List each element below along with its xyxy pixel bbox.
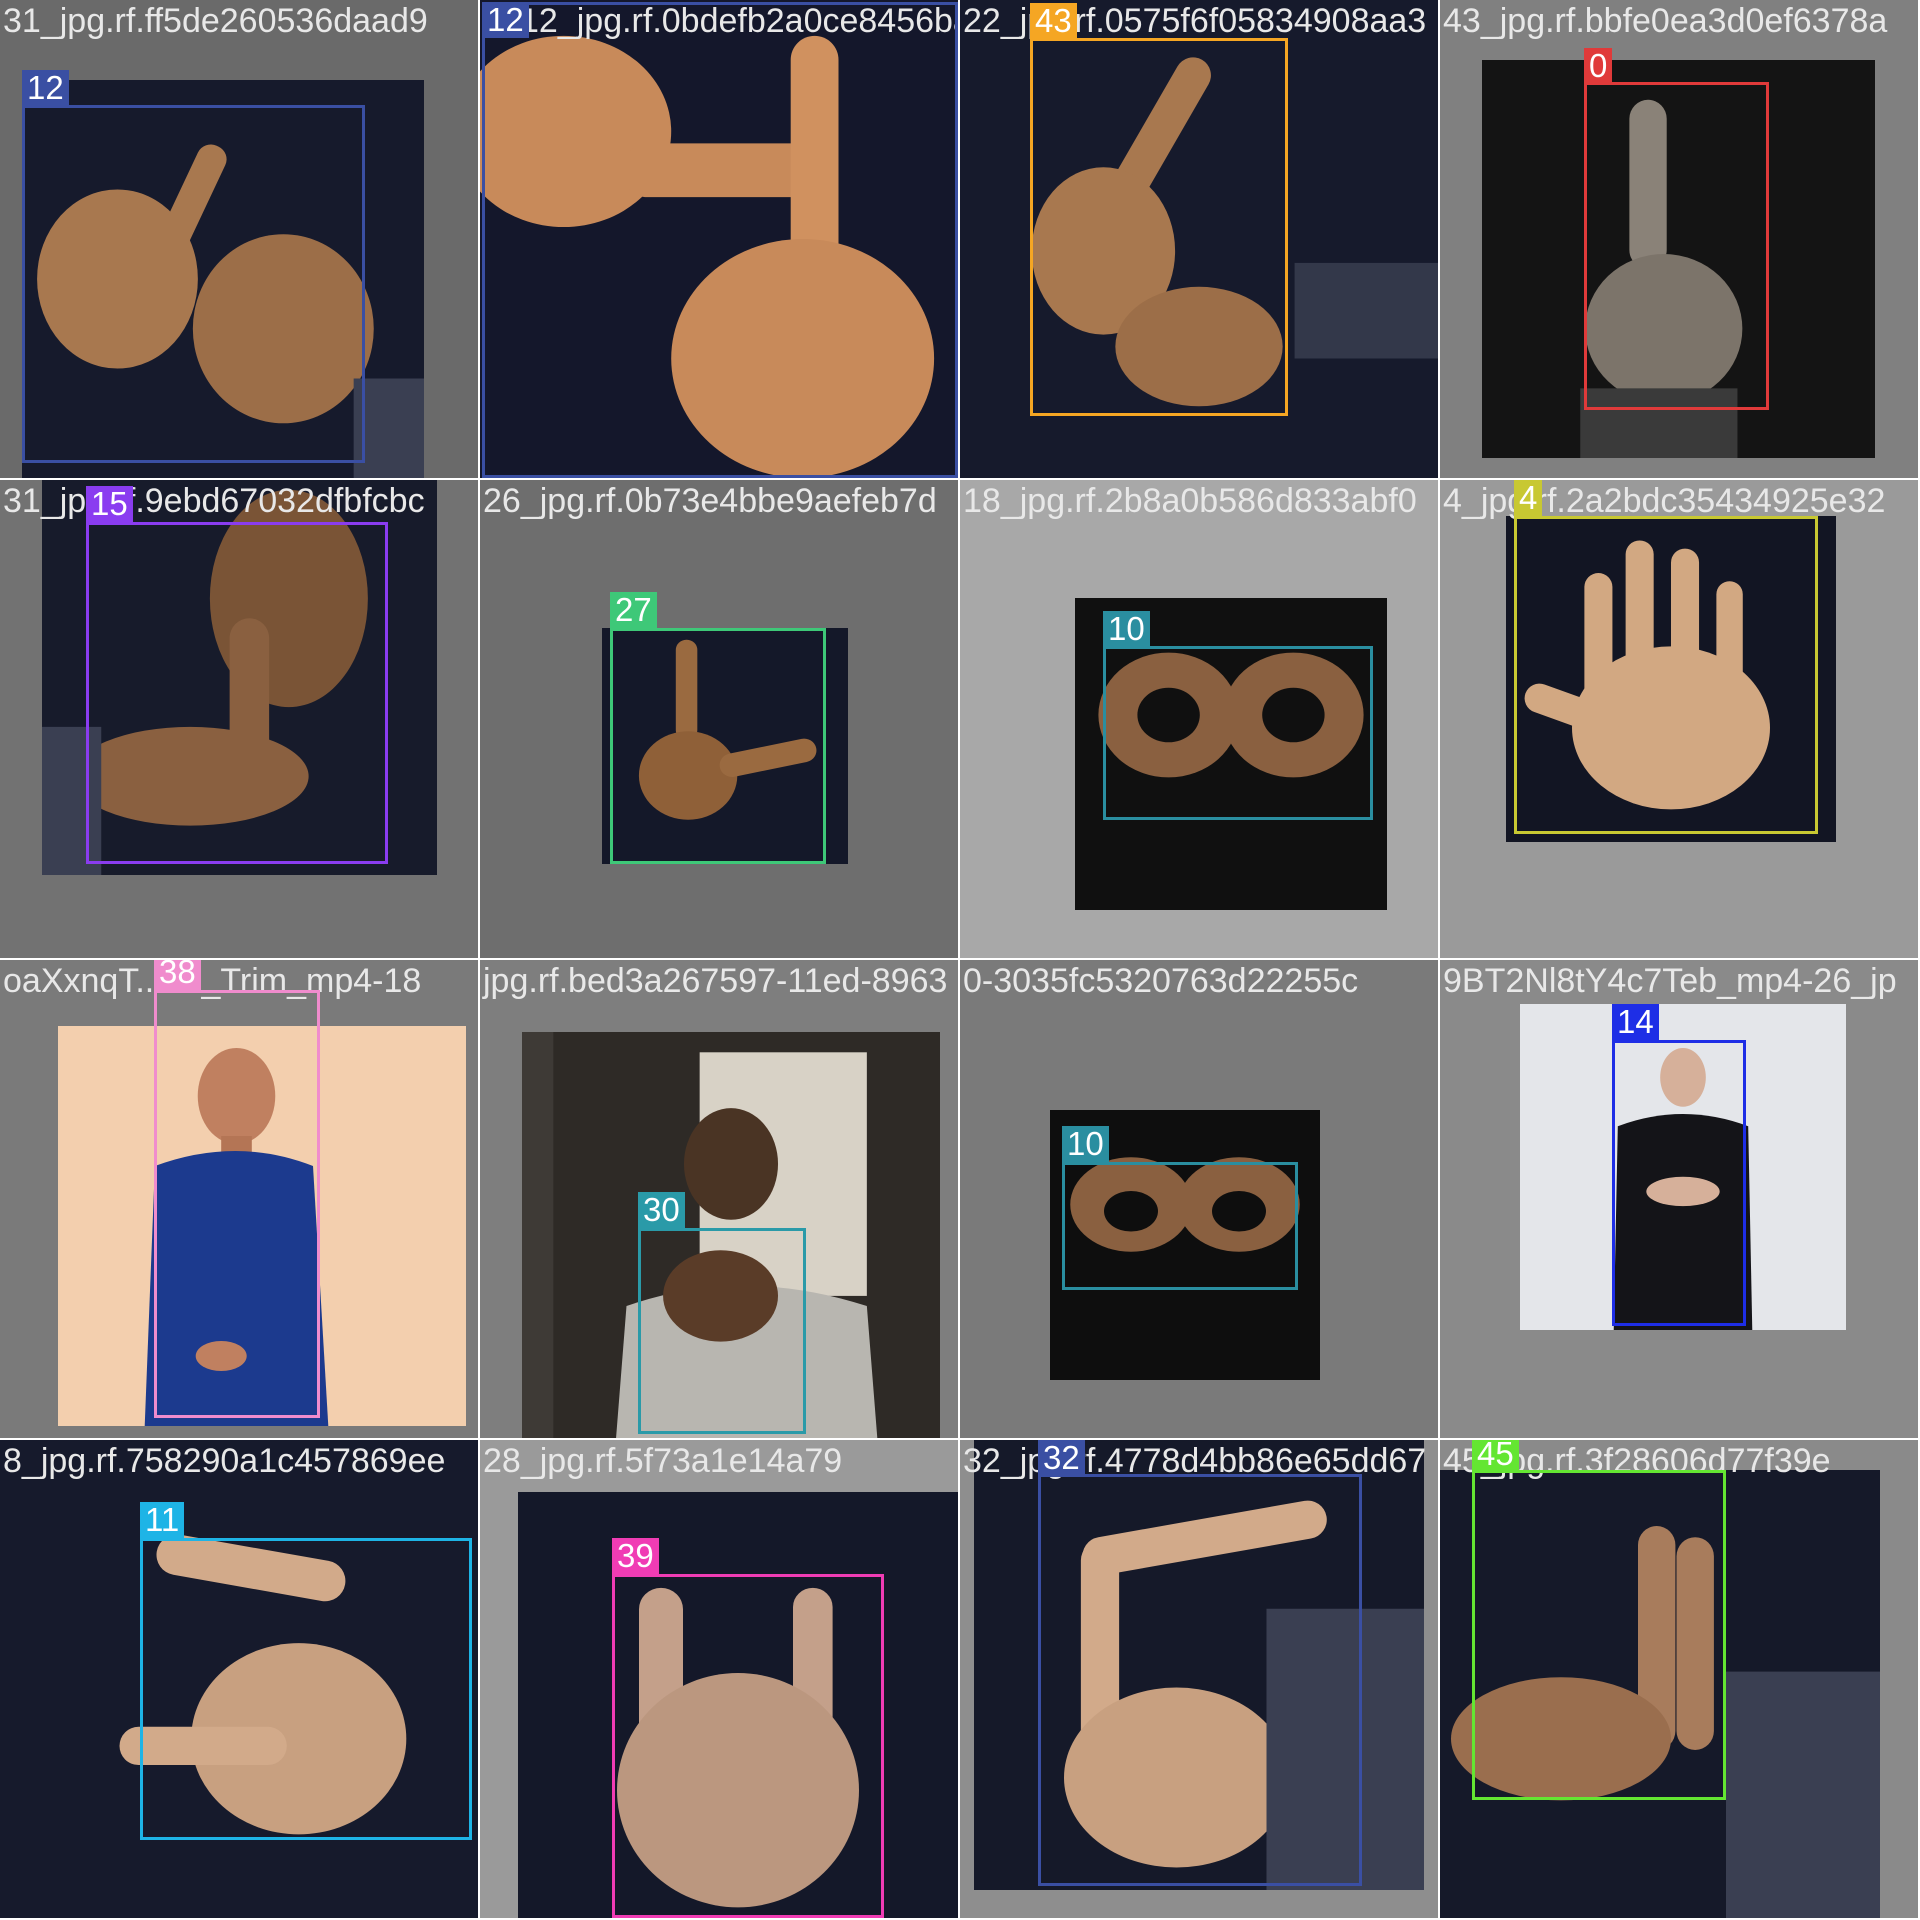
bounding-box: [610, 628, 826, 864]
bounding-box: [22, 105, 365, 463]
mosaic-tile: 27 26_jpg.rf.0b73e4bbe9aefeb7d: [480, 480, 960, 960]
mosaic-tile: 32 32_jpg.rf.4778d4bb86e65dd67: [960, 1440, 1440, 1920]
bounding-box: [1103, 646, 1373, 820]
bounding-box: [1612, 1040, 1746, 1326]
class-label: 15: [86, 486, 133, 522]
class-label: 43: [1030, 3, 1077, 39]
mosaic-tile: 30 jpg.rf.bed3a267597-11ed-8963: [480, 960, 960, 1440]
mosaic-tile: 11 8_jpg.rf.758290a1c457869ee: [0, 1440, 480, 1920]
bounding-box: [1584, 82, 1769, 410]
class-label: 45: [1472, 1440, 1519, 1472]
filename-label: 31_jpg.rf.9ebd67032dfbfcbc: [3, 482, 425, 520]
filename-label: 26_jpg.rf.0b73e4bbe9aefeb7d: [483, 482, 937, 520]
mosaic-tile: 12 31_jpg.rf.ff5de260536daad9: [0, 0, 480, 480]
filename-label: 4_jpg.rf.2a2bdc35434925e32: [1443, 482, 1886, 520]
mosaic-tile: 38 oaXxnqT...06_Trim_mp4-18: [0, 960, 480, 1440]
bounding-box: [1038, 1474, 1362, 1886]
bounding-box: [482, 2, 958, 478]
class-label: 12: [22, 70, 69, 106]
filename-label: jpg.rf.bed3a267597-11ed-8963: [483, 962, 948, 1000]
filename-label: 18_jpg.rf.2b8a0b586d833abf0: [963, 482, 1417, 520]
filename-label: 8_jpg.rf.758290a1c457869ee: [3, 1442, 446, 1480]
filename-label: 0-3035fc5320763d22255c: [963, 962, 1359, 1000]
class-label: 32: [1038, 1440, 1085, 1476]
bounding-box: [86, 522, 388, 864]
mosaic-tile: 4 4_jpg.rf.2a2bdc35434925e32: [1440, 480, 1920, 960]
bounding-box: [140, 1538, 472, 1840]
class-label: 4: [1514, 480, 1543, 516]
filename-label: 43_jpg.rf.bbfe0ea3d0ef6378a: [1443, 2, 1888, 40]
mosaic-tile: 15 31_jpg.rf.9ebd67032dfbfcbc: [0, 480, 480, 960]
mosaic-tile: 39 28_jpg.rf.5f73a1e14a79: [480, 1440, 960, 1920]
class-label: 10: [1103, 611, 1150, 647]
mosaic-tile: 10 0-3035fc5320763d22255c: [960, 960, 1440, 1440]
class-label: 30: [638, 1192, 685, 1228]
class-label: 10: [1062, 1126, 1109, 1162]
bounding-box: [1030, 38, 1288, 416]
class-label: 38: [154, 960, 201, 990]
bounding-box: [1472, 1470, 1726, 1800]
mosaic-tile: 10 18_jpg.rf.2b8a0b586d833abf0: [960, 480, 1440, 960]
class-label: 14: [1612, 1004, 1659, 1040]
image-mosaic: 12 31_jpg.rf.ff5de260536daad9 12 12_jpg.…: [0, 0, 1920, 1920]
class-label: 0: [1584, 48, 1613, 84]
bounding-box: [638, 1228, 806, 1434]
class-label: 27: [610, 592, 657, 628]
mosaic-tile: 14 9BT2Nl8tY4c7Teb_mp4-26_jp: [1440, 960, 1920, 1440]
class-label: 11: [140, 1502, 185, 1538]
filename-label: 31_jpg.rf.ff5de260536daad9: [3, 2, 428, 40]
bounding-box: [154, 990, 320, 1418]
mosaic-tile: 43 22_jpg.rf.0575f6f05834908aa3: [960, 0, 1440, 480]
class-label: 12: [482, 2, 529, 38]
bounding-box: [612, 1574, 884, 1918]
class-label: 39: [612, 1538, 659, 1574]
filename-label: 9BT2Nl8tY4c7Teb_mp4-26_jp: [1443, 962, 1897, 1000]
mosaic-tile: 45 45_jpg.rf.3f28606d77f39e: [1440, 1440, 1920, 1920]
bounding-box: [1514, 516, 1818, 834]
bounding-box: [1062, 1162, 1298, 1290]
mosaic-tile: 12 12_jpg.rf.0bdefb2a0ce8456ba: [480, 0, 960, 480]
mosaic-tile: 0 43_jpg.rf.bbfe0ea3d0ef6378a: [1440, 0, 1920, 480]
filename-label: 28_jpg.rf.5f73a1e14a79: [483, 1442, 843, 1480]
